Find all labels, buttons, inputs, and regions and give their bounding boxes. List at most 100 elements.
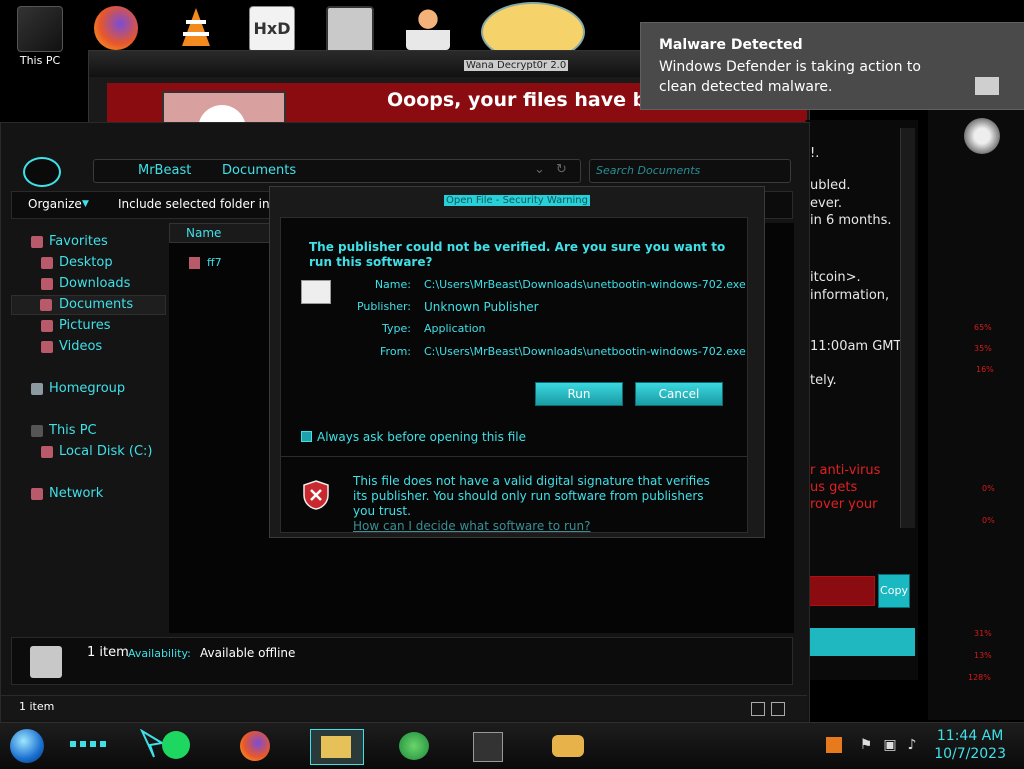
ransom-text-line: itcoin>. xyxy=(810,270,861,285)
start-button[interactable] xyxy=(10,729,44,763)
file-name: ff7 xyxy=(207,256,222,269)
status-item-count: 1 item xyxy=(19,700,55,713)
nav-item-documents[interactable]: Documents xyxy=(11,295,166,315)
large-icons-view-icon[interactable] xyxy=(771,702,785,716)
from-label: From: xyxy=(380,345,411,358)
bitcoin-address-field[interactable] xyxy=(805,576,875,606)
nav-label: This PC xyxy=(49,423,97,438)
system-clock[interactable]: 11:44 AM 10/7/2023 xyxy=(934,727,1006,763)
gadget-percent: 31% xyxy=(974,629,992,638)
volume-icon[interactable]: ♪ xyxy=(904,737,920,753)
chevron-down-icon: ▼ xyxy=(82,199,89,209)
nav-item-desktop[interactable]: Desktop xyxy=(11,254,164,272)
spotify-icon[interactable] xyxy=(160,729,204,763)
column-label: Name xyxy=(186,226,222,240)
hxd-icon: HxD xyxy=(249,6,295,52)
gadget-percent: 128% xyxy=(968,673,991,682)
network-icon[interactable]: ▣ xyxy=(882,737,898,753)
dialog-body: The publisher could not be verified. Are… xyxy=(280,217,748,533)
ransom-text-line: tely. xyxy=(810,373,837,388)
nav-label: Favorites xyxy=(49,234,108,249)
breadcrumb-documents[interactable]: Documents xyxy=(222,163,296,178)
ransom-text-line: us gets xyxy=(810,480,858,495)
file-item[interactable]: ff7 xyxy=(189,255,269,273)
homegroup-icon xyxy=(31,383,43,395)
always-ask-checkbox[interactable]: Always ask before opening this file xyxy=(301,430,526,444)
ransom-text-line: rover your xyxy=(810,497,878,512)
ransom-text-line: information, xyxy=(810,288,890,303)
download-manager-icon[interactable] xyxy=(396,729,440,763)
alienware-gadget-panel: 65% 35% 16% 0% 0% 31% 13% 128% xyxy=(928,110,1024,720)
run-button[interactable]: Run xyxy=(535,382,623,406)
check-payment-button[interactable] xyxy=(810,628,915,656)
divider xyxy=(281,456,747,457)
publisher-label: Publisher: xyxy=(356,300,411,313)
nav-label: Pictures xyxy=(59,318,111,333)
desktop-icon-this-pc[interactable]: This PC xyxy=(8,4,72,67)
nav-label: Desktop xyxy=(59,255,113,270)
ransom-text-line: in 6 months. xyxy=(810,213,892,228)
computer-icon xyxy=(31,425,43,437)
ransom-text-line: ubled. xyxy=(810,178,851,193)
include-folder-button[interactable]: Include selected folder in li xyxy=(118,197,280,211)
search-input[interactable]: Search Documents xyxy=(589,159,791,183)
user-icon xyxy=(406,6,450,50)
ransom-text-line: 11:00am GMT xyxy=(810,339,902,354)
nav-item-network[interactable]: Network xyxy=(11,485,164,503)
availability-value: Available offline xyxy=(200,646,296,660)
tray-app-icon[interactable] xyxy=(826,737,842,753)
action-center-icon[interactable]: ⚑ xyxy=(858,737,874,753)
breadcrumb-mrbeast[interactable]: MrBeast xyxy=(138,163,191,178)
handshake-icon[interactable] xyxy=(548,729,592,763)
details-view-icon[interactable] xyxy=(751,702,765,716)
column-header-name[interactable]: Name xyxy=(169,223,271,243)
clock-date: 10/7/2023 xyxy=(934,746,1006,762)
help-link[interactable]: How can I decide what software to run? xyxy=(353,519,590,533)
star-icon xyxy=(31,236,43,248)
disk-icon xyxy=(41,446,53,458)
file-explorer-icon[interactable] xyxy=(310,729,364,765)
gadget-percent: 0% xyxy=(982,516,995,525)
copy-button[interactable]: Copy xyxy=(878,574,910,608)
firefox-icon xyxy=(94,6,138,50)
nav-item-pictures[interactable]: Pictures xyxy=(11,317,164,335)
address-bar[interactable]: MrBeast Documents ⌄ ↻ xyxy=(93,159,581,183)
warning-message: This file does not have a valid digital … xyxy=(353,474,710,518)
nav-label: Local Disk (C:) xyxy=(59,444,153,459)
nav-item-homegroup[interactable]: Homegroup xyxy=(11,380,164,398)
dialog-question: The publisher could not be verified. Are… xyxy=(309,240,726,269)
alien-logo-icon xyxy=(964,118,1000,154)
security-icon[interactable] xyxy=(470,729,514,763)
security-warning-dialog[interactable]: Open File - Security Warning The publish… xyxy=(269,186,765,538)
pictures-icon xyxy=(41,320,53,332)
cancel-button[interactable]: Cancel xyxy=(635,382,723,406)
nav-item-downloads[interactable]: Downloads xyxy=(11,275,164,293)
malware-notification[interactable]: Malware Detected Windows Defender is tak… xyxy=(640,22,1024,110)
videos-icon xyxy=(41,341,53,353)
clock-time: 11:44 AM xyxy=(936,728,1004,744)
nav-item-local-disk[interactable]: Local Disk (C:) xyxy=(11,443,164,461)
nav-label: Downloads xyxy=(59,276,131,291)
type-label: Type: xyxy=(382,322,411,335)
nav-item-favorites[interactable]: Favorites xyxy=(11,233,164,251)
search-placeholder: Search Documents xyxy=(596,164,701,177)
documents-icon xyxy=(40,299,52,311)
folder-thumbnail-icon xyxy=(30,646,62,678)
organize-button[interactable]: Organize xyxy=(28,197,82,211)
firefox-icon[interactable] xyxy=(238,729,282,763)
name-label: Name: xyxy=(374,278,411,291)
nav-label: Network xyxy=(49,486,104,501)
decorative-lights xyxy=(70,741,110,747)
windows-defender-icon xyxy=(975,77,999,95)
always-ask-label: Always ask before opening this file xyxy=(317,430,526,444)
back-button[interactable] xyxy=(23,157,61,187)
nav-item-videos[interactable]: Videos xyxy=(11,338,164,356)
nav-item-this-pc[interactable]: This PC xyxy=(11,422,164,440)
ransom-text-line: r anti-virus xyxy=(810,463,881,478)
ransom-scrollbar[interactable] xyxy=(900,128,915,528)
chevron-down-icon[interactable]: ⌄ xyxy=(534,162,545,177)
publisher-value: Unknown Publisher xyxy=(424,300,539,314)
refresh-icon[interactable]: ↻ xyxy=(556,162,567,177)
details-pane: 1 item Availability: Available offline xyxy=(11,637,793,685)
file-icon xyxy=(189,257,200,269)
